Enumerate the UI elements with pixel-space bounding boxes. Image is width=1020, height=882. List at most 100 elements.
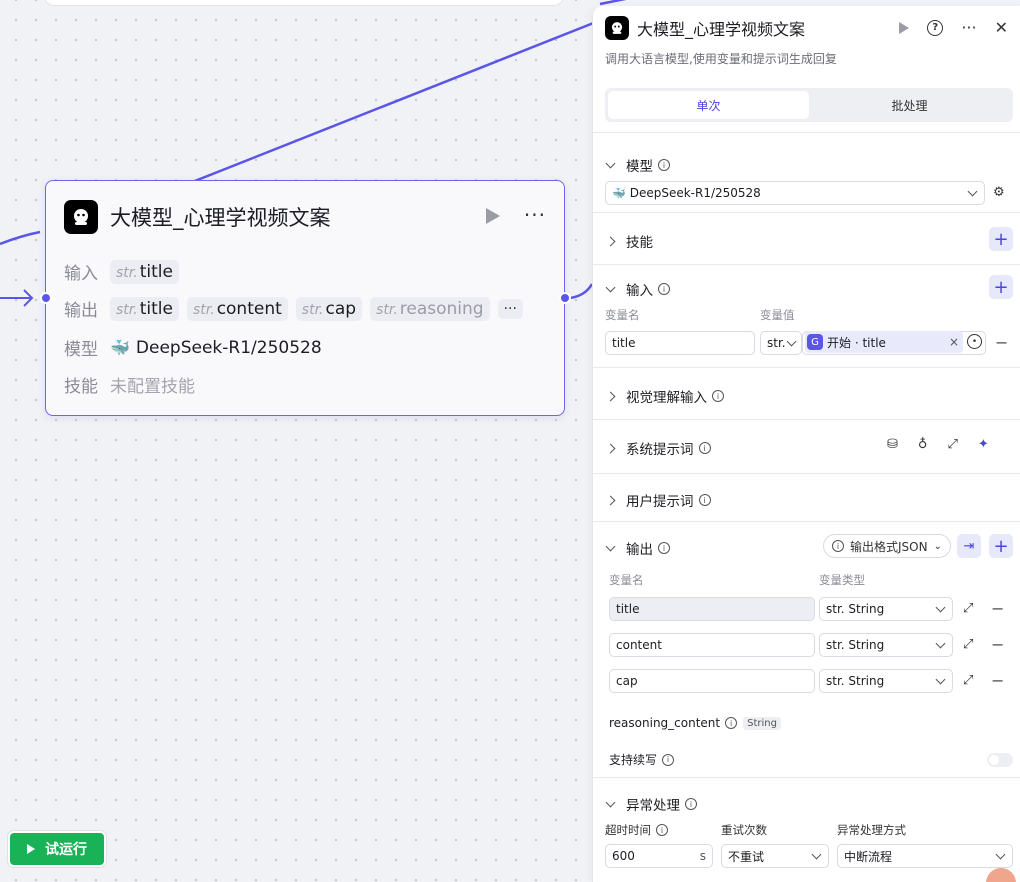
output-name-field[interactable]: cap: [609, 669, 815, 693]
node-output-tag: str. title: [110, 296, 179, 321]
expand-icon[interactable]: ⤢: [963, 637, 973, 652]
output-name-field[interactable]: title: [609, 597, 815, 621]
exception-section-header[interactable]: 异常处理 i: [605, 794, 697, 814]
user-prompt-section: 用户提示词 i: [593, 473, 1020, 521]
timeout-input[interactable]: 600 s: [605, 844, 713, 868]
node-model-name: DeepSeek-R1/250528: [135, 337, 322, 358]
chevron-right-icon: [605, 391, 616, 401]
lightbulb-icon[interactable]: ♁: [918, 437, 928, 452]
input-var-name-field[interactable]: title: [605, 331, 755, 355]
continue-label: 支持续写: [609, 753, 658, 767]
node-run-icon[interactable]: [486, 208, 500, 224]
remove-output-icon[interactable]: −: [991, 599, 1004, 618]
input-col-value: 变量值: [760, 308, 795, 322]
llm-node[interactable]: 大模型_心理学视频文案 ··· 输入 str. title 输出 str. titl…: [45, 180, 565, 416]
system-prompt-tools: ⛁ ♁ ⤢ ✦: [887, 437, 989, 452]
skill-section-label: 技能: [626, 235, 653, 251]
chevron-down-icon: [605, 282, 616, 292]
node-input-tag: str. title: [110, 259, 179, 284]
info-icon: i: [658, 542, 670, 554]
chevron-down-icon: [605, 541, 616, 551]
previous-node[interactable]: [44, 0, 564, 6]
timeout-value: 600: [612, 849, 635, 863]
help-icon[interactable]: ?: [927, 19, 944, 36]
output-type-value: str. String: [826, 638, 885, 652]
add-input-button[interactable]: +: [989, 275, 1013, 299]
chevron-right-icon: [605, 236, 616, 246]
output-section: 输出 i i 输出格式JSON ⌄ ⇥ + 变量名 变量类型 title str…: [593, 521, 1020, 777]
chevron-down-icon: [786, 336, 797, 347]
skill-section-header[interactable]: 技能: [605, 231, 653, 251]
remove-output-icon[interactable]: −: [991, 671, 1004, 690]
variable-picker-icon[interactable]: •: [967, 334, 982, 349]
vision-section-header[interactable]: 视觉理解输入 i: [605, 386, 724, 406]
retry-select[interactable]: 不重试: [721, 844, 829, 868]
clear-ref-icon[interactable]: ×: [949, 335, 959, 349]
info-icon: i: [725, 717, 738, 729]
output-col-name: 变量名: [609, 573, 644, 587]
output-format-label: 输出格式JSON: [850, 539, 928, 554]
node-model-label: 模型: [64, 340, 98, 360]
retry-value: 不重试: [728, 849, 765, 864]
node-output-port[interactable]: [559, 292, 571, 304]
node-output-row: 输出 str. title str. content str. cap str. rea…: [64, 296, 531, 321]
expand-icon[interactable]: ⤢: [963, 673, 973, 688]
continue-row: 支持续写 i: [609, 751, 675, 768]
ai-sparkle-icon[interactable]: ✦: [978, 437, 989, 452]
node-input-port[interactable]: [40, 292, 52, 304]
skill-section: 技能 +: [593, 212, 1020, 264]
exception-mode-select[interactable]: 中断流程: [837, 844, 1013, 868]
test-run-button[interactable]: 试运行: [8, 831, 106, 867]
tab-batch[interactable]: 批处理: [809, 91, 1010, 119]
system-prompt-header[interactable]: 系统提示词 i: [605, 438, 711, 458]
prompt-library-icon[interactable]: ⛁: [887, 437, 898, 452]
node-output-tag: str. reasoning: [370, 296, 490, 321]
llm-panel-icon: [605, 16, 629, 40]
play-icon: [27, 844, 35, 854]
model-select[interactable]: 🐳 DeepSeek-R1/250528: [605, 181, 985, 205]
import-output-button[interactable]: ⇥: [957, 534, 981, 558]
info-icon: i: [832, 540, 844, 552]
mode-tabs: 单次 批处理: [605, 88, 1013, 122]
continue-toggle[interactable]: [987, 753, 1013, 767]
node-input-label: 输入: [64, 264, 98, 284]
user-prompt-header[interactable]: 用户提示词 i: [605, 490, 711, 510]
model-section-header[interactable]: 模型 i: [605, 155, 670, 175]
node-output-more-button[interactable]: ···: [497, 298, 523, 319]
output-format-button[interactable]: i 输出格式JSON ⌄: [823, 534, 951, 558]
input-ref-chip[interactable]: G 开始 · title ×: [805, 331, 963, 353]
close-icon[interactable]: ✕: [995, 18, 1008, 37]
node-more-icon[interactable]: ···: [524, 203, 546, 227]
expand-icon[interactable]: ⤢: [963, 601, 973, 616]
output-type-select[interactable]: str. String: [819, 669, 953, 693]
node-input-row: 输入 str. title: [64, 259, 187, 284]
remove-input-icon[interactable]: −: [995, 333, 1008, 352]
expand-icon[interactable]: ⤢: [947, 437, 957, 452]
tab-single[interactable]: 单次: [608, 91, 809, 119]
info-icon: i: [658, 159, 670, 171]
chevron-down-icon: [605, 158, 616, 168]
output-type-select[interactable]: str. String: [819, 597, 953, 621]
llm-node-icon: [64, 200, 98, 234]
chevron-down-icon: [935, 638, 946, 649]
output-section-header[interactable]: 输出 i: [605, 538, 670, 558]
timeout-unit: s: [699, 849, 706, 863]
input-section-header[interactable]: 输入 i: [605, 279, 670, 299]
chevron-down-icon: [995, 849, 1006, 860]
run-node-icon[interactable]: [899, 21, 910, 34]
workflow-canvas[interactable]: [0, 0, 592, 882]
chevron-down-icon: [935, 674, 946, 685]
output-name-field[interactable]: content: [609, 633, 815, 657]
output-type-select[interactable]: str. String: [819, 633, 953, 657]
deepseek-whale-icon: 🐳: [612, 186, 626, 200]
system-prompt-label: 系统提示词: [626, 442, 694, 458]
input-ref-text: 开始 · title: [827, 335, 886, 350]
more-icon[interactable]: ···: [961, 18, 976, 37]
chevron-down-icon: ⌄: [933, 540, 942, 552]
model-settings-gear-icon[interactable]: ⚙: [993, 185, 1005, 200]
remove-output-icon[interactable]: −: [991, 635, 1004, 654]
input-type-select[interactable]: str.: [760, 331, 802, 355]
add-output-button[interactable]: +: [989, 534, 1013, 558]
node-header: 大模型_心理学视频文案: [64, 199, 331, 235]
add-skill-button[interactable]: +: [989, 227, 1013, 251]
